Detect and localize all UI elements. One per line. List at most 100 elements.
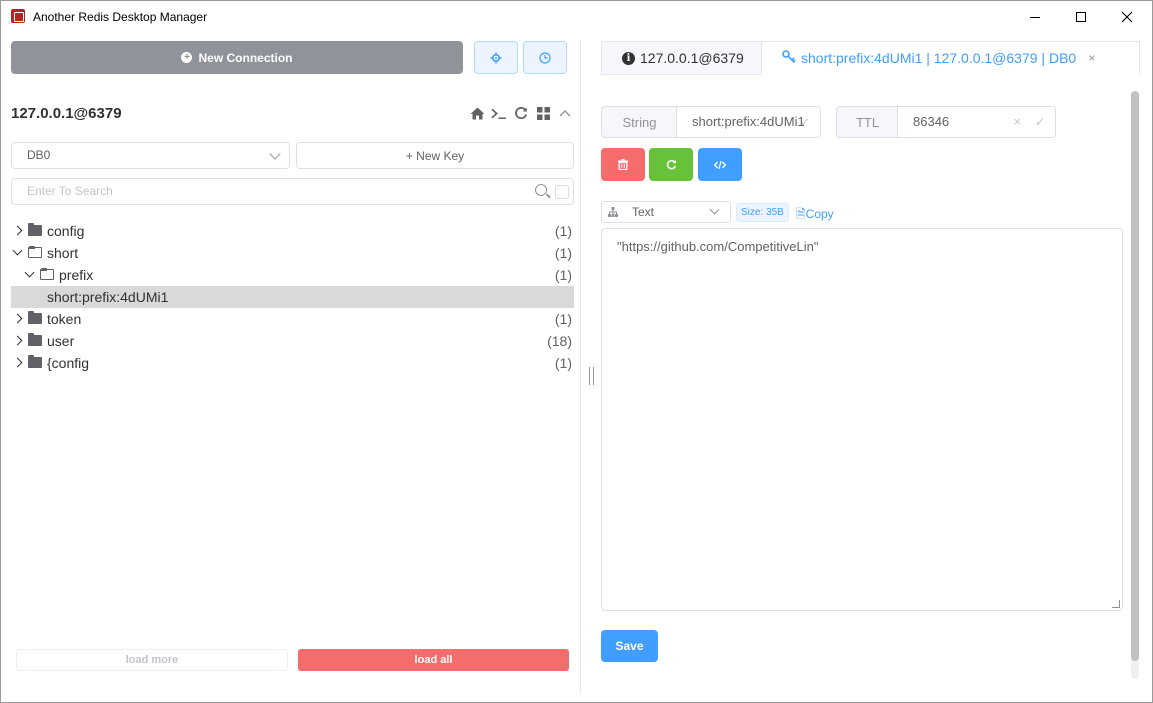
chevron-down-icon[interactable]: [24, 267, 35, 278]
tab-bar: i 127.0.0.1@6379 short:prefix:4dUMi1 | 1…: [601, 41, 1140, 75]
document-icon: 🗎: [796, 207, 806, 221]
maximize-icon: [1076, 12, 1086, 22]
settings-button[interactable]: [474, 41, 518, 74]
connection-title[interactable]: 127.0.0.1@6379: [11, 105, 122, 122]
connection-toolbar: [469, 105, 573, 121]
info-icon: i: [622, 51, 635, 65]
ttl-label: TTL: [836, 106, 898, 138]
chevron-down-icon: [709, 204, 720, 215]
refresh-icon[interactable]: [513, 105, 529, 121]
chevron-down-icon[interactable]: [12, 245, 23, 256]
command-log-button[interactable]: [523, 41, 567, 74]
load-all-button[interactable]: load all: [298, 649, 569, 671]
tree-folder-item[interactable]: {config (1): [11, 352, 574, 374]
grid-icon[interactable]: [535, 105, 551, 121]
code-icon: [714, 160, 726, 169]
clear-icon[interactable]: ×: [1013, 107, 1021, 137]
tree-item-count: (1): [554, 223, 572, 239]
trash-icon: [618, 159, 628, 170]
key-tree: config (1) short (1) prefix (1) short:prefix:4…: [11, 220, 574, 374]
copy-label: Copy: [805, 207, 834, 221]
key-name-input[interactable]: short:prefix:4dUMi1 ✓: [676, 106, 821, 138]
key-type-label: String: [601, 106, 677, 138]
tree-folder-item[interactable]: prefix (1): [11, 264, 574, 286]
search-placeholder: Enter To Search: [27, 184, 113, 198]
chevron-right-icon[interactable]: [12, 313, 23, 324]
close-icon[interactable]: ×: [1088, 51, 1095, 65]
tree-item-count: (1): [554, 355, 572, 371]
close-window-button[interactable]: [1104, 1, 1150, 33]
tree-item-label: config: [47, 223, 85, 239]
db-select-value: DB0: [27, 148, 51, 162]
title-bar: Another Redis Desktop Manager: [1, 1, 1152, 33]
tree-item-label: short: [47, 245, 79, 261]
app-logo-icon: [11, 9, 25, 23]
format-select[interactable]: Text: [601, 201, 731, 223]
tree-folder-item[interactable]: token (1): [11, 308, 574, 330]
resize-grip-icon[interactable]: [1112, 600, 1120, 608]
tree-key-item[interactable]: short:prefix:4dUMi1: [11, 286, 574, 308]
copy-button[interactable]: 🗎Copy: [796, 205, 834, 226]
tree-folder-item[interactable]: config (1): [11, 220, 574, 242]
chevron-right-icon[interactable]: [12, 335, 23, 346]
tree-folder-item[interactable]: short (1): [11, 242, 574, 264]
key-name-value: short:prefix:4dUMi1: [692, 114, 805, 129]
tab-key-detail[interactable]: short:prefix:4dUMi1 | 127.0.0.1@6379 | D…: [761, 41, 1140, 75]
ttl-value: 86346: [913, 114, 950, 129]
ttl-input[interactable]: 86346 × ✓: [897, 106, 1056, 138]
clock-icon: [539, 51, 551, 64]
folder-open-icon: [28, 246, 42, 258]
close-icon: [1121, 11, 1133, 23]
key-icon: [782, 50, 796, 66]
tree-item-count: (1): [554, 267, 572, 283]
size-badge: Size: 35B: [736, 203, 789, 222]
tree-folder-item[interactable]: user (18): [11, 330, 574, 352]
scrollbar-thumb[interactable]: [1131, 91, 1139, 661]
home-icon[interactable]: [469, 105, 485, 121]
value-text: "https://github.com/CompetitiveLin": [617, 239, 819, 254]
tree-item-count: (1): [554, 245, 572, 261]
tree-item-label: prefix: [59, 267, 94, 283]
chevron-up-icon[interactable]: [557, 105, 573, 121]
folder-icon: [28, 311, 42, 324]
chevron-right-icon[interactable]: [12, 357, 23, 368]
refresh-key-button[interactable]: [649, 148, 693, 181]
app-window: Another Redis Desktop Manager + New Conn…: [0, 0, 1153, 703]
tree-item-label: user: [47, 333, 75, 349]
sitemap-icon: [608, 207, 618, 217]
search-icon[interactable]: [535, 184, 547, 196]
check-icon[interactable]: ✓: [800, 107, 810, 137]
db-select[interactable]: DB0: [11, 142, 290, 169]
pane-divider: [580, 41, 581, 693]
dump-command-button[interactable]: [698, 148, 742, 181]
gear-icon: [490, 52, 502, 63]
tree-item-label: {config: [47, 355, 90, 371]
tab-label: 127.0.0.1@6379: [640, 50, 744, 66]
tab-label: short:prefix:4dUMi1 | 127.0.0.1@6379 | D…: [801, 50, 1077, 66]
folder-open-icon: [40, 268, 54, 280]
value-textarea[interactable]: "https://github.com/CompetitiveLin": [601, 228, 1123, 611]
maximize-button[interactable]: [1058, 1, 1104, 33]
exact-search-checkbox[interactable]: [555, 185, 569, 199]
chevron-down-icon: [269, 148, 281, 160]
load-more-button[interactable]: load more: [16, 649, 288, 671]
search-input[interactable]: Enter To Search: [11, 178, 574, 205]
save-button[interactable]: Save: [601, 630, 658, 662]
new-connection-label: New Connection: [198, 50, 293, 65]
plus-circle-icon: +: [181, 52, 193, 63]
window-title: Another Redis Desktop Manager: [33, 10, 208, 24]
refresh-icon: [666, 159, 676, 170]
delete-key-button[interactable]: [601, 148, 645, 181]
resize-handle[interactable]: [589, 367, 594, 385]
tree-item-count: (18): [547, 333, 572, 349]
new-connection-button[interactable]: + New Connection: [11, 41, 463, 74]
tree-item-label: token: [47, 311, 82, 327]
tab-connection-info[interactable]: i 127.0.0.1@6379: [601, 41, 762, 75]
chevron-right-icon[interactable]: [12, 225, 23, 236]
folder-icon: [28, 355, 42, 368]
terminal-icon[interactable]: [491, 105, 507, 121]
folder-icon: [28, 223, 42, 236]
new-key-button[interactable]: + New Key: [296, 142, 574, 169]
check-icon[interactable]: ✓: [1035, 107, 1045, 137]
minimize-button[interactable]: [1012, 1, 1058, 33]
